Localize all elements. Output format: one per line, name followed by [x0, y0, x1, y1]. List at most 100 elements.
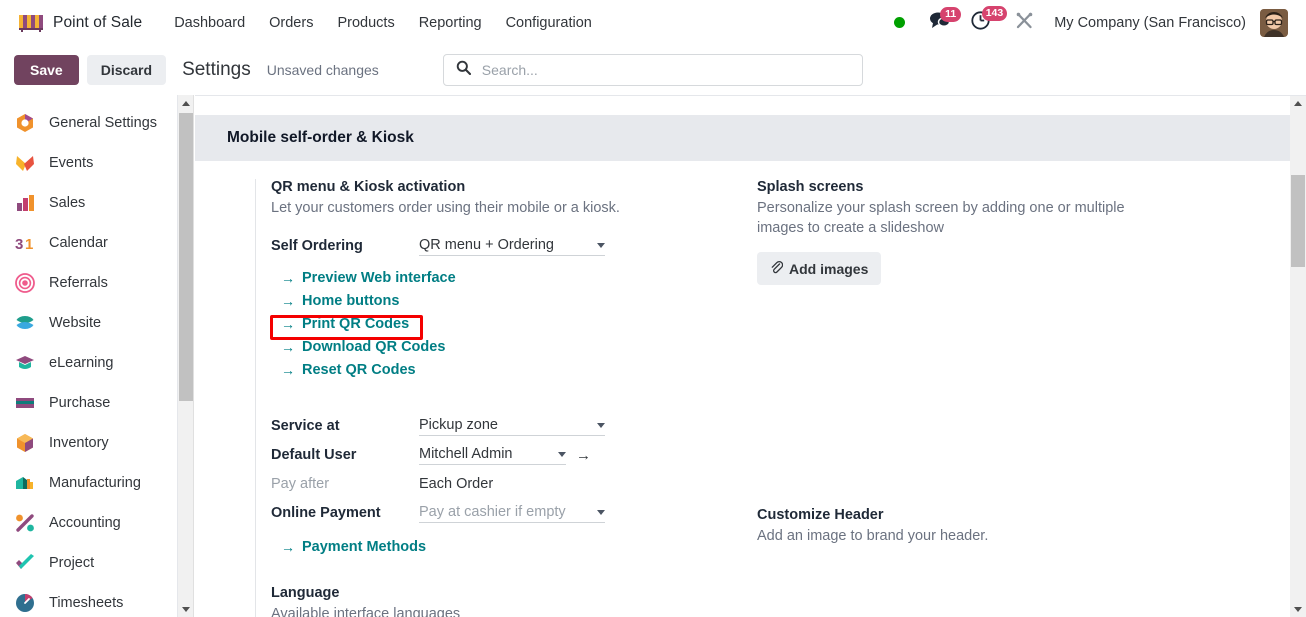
splash-screens-block: Splash screens Personalize your splash s… [757, 179, 1214, 285]
search-input[interactable] [479, 61, 850, 79]
company-switcher[interactable]: My Company (San Francisco) [1044, 15, 1256, 31]
customize-header-title: Customize Header [757, 507, 884, 523]
sidebar-item-project[interactable]: Project [0, 543, 177, 583]
link-download-qr-codes[interactable]: → Download QR Codes [279, 335, 447, 358]
sidebar-item-manufacturing[interactable]: Manufacturing [0, 463, 177, 503]
self-ordering-label: Self Ordering [271, 238, 363, 254]
arrow-right-icon: → [281, 269, 295, 286]
search-icon [456, 60, 471, 80]
sales-app-icon [14, 192, 36, 214]
pay-after-row: Pay after Each Order [271, 470, 727, 498]
splash-screens-description: Personalize your splash screen by adding… [757, 200, 1125, 236]
online-payment-select[interactable]: Pay at cashier if empty [419, 504, 605, 523]
add-images-button[interactable]: Add images [757, 252, 882, 285]
svg-text:1: 1 [25, 236, 33, 253]
add-images-label: Add images [789, 260, 869, 277]
scroll-down-arrow-icon[interactable] [1290, 601, 1306, 617]
arrow-right-icon: → [281, 292, 295, 309]
section-title: Mobile self-order & Kiosk [227, 129, 414, 146]
search-box[interactable] [442, 54, 863, 86]
sidebar-item-elearning[interactable]: eLearning [0, 343, 177, 383]
referrals-app-icon [14, 272, 36, 294]
menu-item-dashboard[interactable]: Dashboard [162, 9, 257, 37]
pay-after-value: Each Order [419, 476, 494, 492]
sidebar-item-inventory[interactable]: Inventory [0, 423, 177, 463]
sidebar-scrollbar[interactable] [178, 95, 194, 617]
arrow-right-icon: → [281, 315, 295, 332]
sidebar-item-timesheets[interactable]: Timesheets [0, 583, 177, 617]
sidebar-item-label: Referrals [49, 275, 108, 291]
sidebar-item-general-settings[interactable]: General Settings [0, 103, 177, 143]
save-button[interactable]: Save [14, 55, 79, 85]
online-payment-value: Pay at cashier if empty [419, 503, 566, 520]
sidebar-item-events[interactable]: Events [0, 143, 177, 183]
menu-item-reporting[interactable]: Reporting [407, 9, 494, 37]
language-description: Available interface languages [271, 606, 461, 617]
online-payment-label: Online Payment [271, 505, 381, 521]
sidebar-item-label: Project [49, 555, 95, 571]
sidebar-item-label: Inventory [49, 435, 109, 451]
service-at-row: Service at Pickup zone [271, 412, 727, 440]
online-payment-row: Online Payment Pay at cashier if empty [271, 499, 727, 527]
sidebar-item-referrals[interactable]: Referrals [0, 263, 177, 303]
link-label: Home buttons [302, 292, 400, 309]
self-ordering-select[interactable]: QR menu + Ordering [419, 237, 605, 256]
link-label: Preview Web interface [302, 269, 456, 286]
unsaved-changes-indicator: Unsaved changes [266, 62, 379, 78]
link-payment-methods[interactable]: → Payment Methods [279, 535, 428, 558]
link-print-qr-codes[interactable]: → Print QR Codes [279, 312, 411, 335]
open-default-user-arrow-icon[interactable]: → [576, 448, 591, 463]
payment-methods-list: → Payment Methods [279, 535, 727, 558]
website-app-icon [14, 312, 36, 334]
sidebar-item-label: Purchase [49, 395, 111, 411]
sidebar-item-label: Manufacturing [49, 475, 141, 491]
chevron-down-icon [597, 509, 605, 515]
messages-badge: 11 [940, 6, 962, 22]
default-user-select[interactable]: Mitchell Admin [419, 446, 566, 465]
sidebar-item-website[interactable]: Website [0, 303, 177, 343]
scroll-up-arrow-icon[interactable] [1290, 95, 1306, 111]
sidebar-item-label: Calendar [49, 235, 108, 251]
customize-header-description: Add an image to brand your header. [757, 528, 989, 544]
pos-awning-icon [18, 13, 44, 33]
qr-links-list: → Preview Web interface → Home buttons →… [279, 266, 727, 381]
chevron-down-icon [597, 422, 605, 428]
discard-button[interactable]: Discard [86, 55, 167, 85]
calendar-app-icon: 3 1 [14, 232, 36, 254]
sidebar-item-purchase[interactable]: Purchase [0, 383, 177, 423]
sidebar-item-calendar[interactable]: 3 1 Calendar [0, 223, 177, 263]
sidebar-item-sales[interactable]: Sales [0, 183, 177, 223]
link-preview-web-interface[interactable]: → Preview Web interface [279, 266, 458, 289]
service-at-select[interactable]: Pickup zone [419, 417, 605, 436]
pay-after-label: Pay after [271, 476, 330, 492]
sidebar-scrollbar-thumb[interactable] [179, 113, 193, 401]
link-label: Print QR Codes [302, 315, 410, 332]
menu-item-configuration[interactable]: Configuration [494, 9, 604, 37]
link-reset-qr-codes[interactable]: → Reset QR Codes [279, 358, 418, 381]
self-ordering-value: QR menu + Ordering [419, 236, 554, 253]
qr-kiosk-block: QR menu & Kiosk activation Let your cust… [271, 179, 727, 381]
menu-item-orders[interactable]: Orders [257, 9, 325, 37]
link-label: Payment Methods [302, 538, 427, 555]
sidebar-item-label: Events [49, 155, 94, 171]
wrench-screwdriver-icon[interactable] [1001, 11, 1044, 35]
activities-button[interactable]: 143 [960, 5, 1008, 36]
accounting-app-icon [14, 512, 36, 534]
inventory-app-icon [14, 432, 36, 454]
avatar[interactable] [1260, 8, 1288, 37]
link-home-buttons[interactable]: → Home buttons [279, 289, 401, 312]
scroll-down-arrow-icon[interactable] [178, 601, 194, 617]
qr-kiosk-description: Let your customers order using their mob… [271, 200, 620, 216]
page-title: Settings [182, 59, 251, 80]
menu-item-products[interactable]: Products [325, 9, 406, 37]
service-at-value: Pickup zone [419, 416, 498, 433]
scroll-up-arrow-icon[interactable] [178, 95, 194, 111]
messages-button[interactable]: 11 [919, 6, 962, 35]
brand-title: Point of Sale [53, 13, 143, 31]
main-scrollbar[interactable] [1290, 95, 1306, 617]
main-scrollbar-thumb[interactable] [1291, 175, 1305, 267]
customize-header-block: Customize Header Add an image to brand y… [757, 507, 1214, 546]
brand-home-link[interactable]: Point of Sale [12, 13, 142, 33]
default-user-row: Default User Mitchell Admin → [271, 441, 727, 469]
sidebar-item-accounting[interactable]: Accounting [0, 503, 177, 543]
